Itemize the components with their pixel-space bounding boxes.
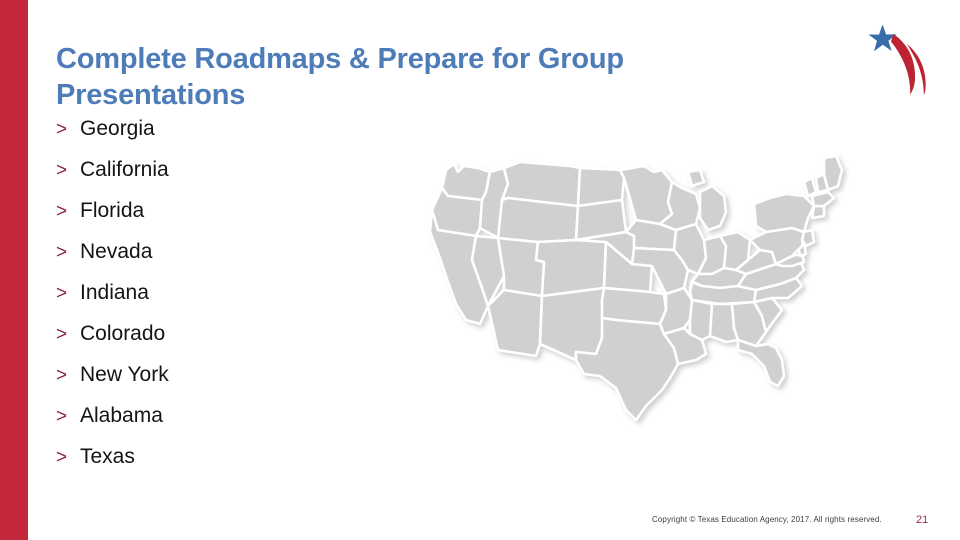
slide-canvas: Complete Roadmaps & Prepare for Group Pr… — [0, 0, 960, 540]
list-item-label: Texas — [80, 445, 135, 468]
list-item-label: California — [80, 158, 169, 181]
list-item-label: Florida — [80, 199, 145, 222]
texas-education-agency-logo — [862, 18, 948, 104]
chevron-right-icon: > — [56, 242, 68, 263]
list-item: > New York — [56, 354, 386, 395]
list-item-label: Nevada — [80, 240, 153, 263]
chevron-right-icon: > — [56, 447, 68, 468]
left-accent-bar — [0, 0, 28, 540]
copyright-notice: Copyright © Texas Education Agency, 2017… — [652, 515, 882, 524]
list-item: > Colorado — [56, 313, 386, 354]
list-item: > Georgia — [56, 108, 386, 149]
list-item-label: New York — [80, 363, 169, 386]
chevron-right-icon: > — [56, 324, 68, 345]
chevron-right-icon: > — [56, 160, 68, 181]
chevron-right-icon: > — [56, 283, 68, 304]
page-number: 21 — [916, 514, 929, 526]
list-item-label: Alabama — [80, 404, 163, 427]
united-states-map — [420, 148, 850, 488]
chevron-right-icon: > — [56, 365, 68, 386]
list-item: > Texas — [56, 436, 386, 477]
list-item: > Alabama — [56, 395, 386, 436]
state-bullet-list: > Georgia > California > Florida > Nevad… — [56, 108, 386, 477]
list-item-label: Indiana — [80, 281, 149, 304]
list-item: > Nevada — [56, 231, 386, 272]
page-title: Complete Roadmaps & Prepare for Group Pr… — [56, 43, 624, 112]
chevron-right-icon: > — [56, 406, 68, 427]
chevron-right-icon: > — [56, 119, 68, 140]
swoosh-icon — [891, 34, 926, 95]
list-item-label: Colorado — [80, 322, 166, 345]
list-item-label: Georgia — [80, 117, 155, 140]
list-item: > California — [56, 149, 386, 190]
chevron-right-icon: > — [56, 201, 68, 222]
list-item: > Florida — [56, 190, 386, 231]
list-item: > Indiana — [56, 272, 386, 313]
